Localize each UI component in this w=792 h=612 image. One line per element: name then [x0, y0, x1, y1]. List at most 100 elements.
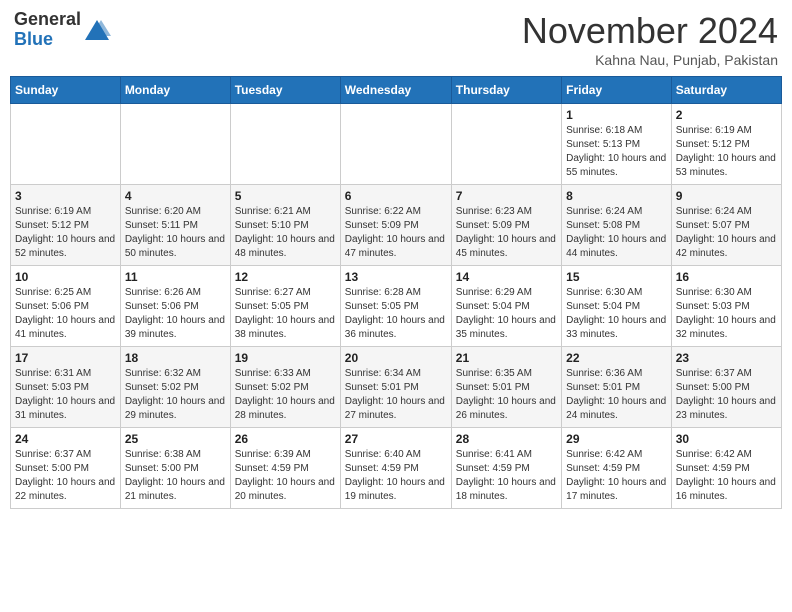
day-info: Sunrise: 6:21 AMSunset: 5:10 PMDaylight:… [235, 205, 336, 261]
day-cell-4-6: 30 Sunrise: 6:42 AMSunset: 4:59 PMDayligh… [671, 428, 781, 509]
day-info: Sunrise: 6:40 AMSunset: 4:59 PMDaylight:… [345, 448, 447, 504]
day-cell-3-3: 20Sunrise: 6:34 AMSunset: 5:01 PMDayligh… [340, 347, 451, 428]
logo: General Blue [14, 10, 111, 50]
week-row-3: 10 Sunrise: 6:25 AMSunset: 5:06 PMDayligh… [11, 266, 782, 347]
day-cell-2-6: 16 Sunrise: 6:30 AMSunset: 5:03 PMDayligh… [671, 266, 781, 347]
day-cell-2-1: 11 Sunrise: 6:26 AMSunset: 5:06 PMDayligh… [120, 266, 230, 347]
header-row: SundayMondayTuesdayWednesdayThursdayFrid… [11, 77, 782, 104]
day-info: Sunrise: 6:42 AMSunset: 4:59 PMDaylight:… [566, 448, 667, 504]
day-info: Sunrise: 6:26 AMSunset: 5:06 PMDaylight:… [125, 286, 226, 342]
day-number: 30 [676, 432, 777, 446]
day-number: 18 [125, 351, 226, 365]
location-text: Kahna Nau, Punjab, Pakistan [522, 52, 778, 68]
day-number: 24 [15, 432, 116, 446]
day-number: 11 [125, 270, 226, 284]
day-cell-3-0: 17 Sunrise: 6:31 AMSunset: 5:03 PMDayligh… [11, 347, 121, 428]
day-number: 14 [456, 270, 557, 284]
day-number: 13 [345, 270, 447, 284]
day-cell-1-2: 5Sunrise: 6:21 AMSunset: 5:10 PMDaylight… [230, 185, 340, 266]
day-info: Sunrise: 6:36 AMSunset: 5:01 PMDaylight:… [566, 367, 667, 423]
day-cell-1-6: 9 Sunrise: 6:24 AMSunset: 5:07 PMDaylight… [671, 185, 781, 266]
calendar-body: 1 Sunrise: 6:18 AMSunset: 5:13 PMDaylight… [11, 104, 782, 509]
day-cell-1-3: 6 Sunrise: 6:22 AMSunset: 5:09 PMDaylight… [340, 185, 451, 266]
day-number: 17 [15, 351, 116, 365]
day-number: 21 [456, 351, 557, 365]
day-number: 27 [345, 432, 447, 446]
day-number: 29 [566, 432, 667, 446]
header-sunday: Sunday [11, 77, 121, 104]
day-info: Sunrise: 6:41 AMSunset: 4:59 PMDaylight:… [456, 448, 557, 504]
day-info: Sunrise: 6:22 AMSunset: 5:09 PMDaylight:… [345, 205, 447, 261]
week-row-4: 17 Sunrise: 6:31 AMSunset: 5:03 PMDayligh… [11, 347, 782, 428]
day-cell-3-2: 19Sunrise: 6:33 AMSunset: 5:02 PMDayligh… [230, 347, 340, 428]
day-number: 22 [566, 351, 667, 365]
calendar-table: SundayMondayTuesdayWednesdayThursdayFrid… [10, 76, 782, 509]
day-info: Sunrise: 6:19 AMSunset: 5:12 PMDaylight:… [676, 124, 777, 180]
day-cell-4-5: 29 Sunrise: 6:42 AMSunset: 4:59 PMDayligh… [562, 428, 672, 509]
day-info: Sunrise: 6:35 AMSunset: 5:01 PMDaylight:… [456, 367, 557, 423]
day-cell-2-3: 13Sunrise: 6:28 AMSunset: 5:05 PMDayligh… [340, 266, 451, 347]
day-info: Sunrise: 6:34 AMSunset: 5:01 PMDaylight:… [345, 367, 447, 423]
day-cell-0-3 [340, 104, 451, 185]
day-cell-0-6: 2 Sunrise: 6:19 AMSunset: 5:12 PMDaylight… [671, 104, 781, 185]
day-cell-3-6: 23Sunrise: 6:37 AMSunset: 5:00 PMDayligh… [671, 347, 781, 428]
day-cell-2-4: 14Sunrise: 6:29 AMSunset: 5:04 PMDayligh… [451, 266, 561, 347]
day-info: Sunrise: 6:38 AMSunset: 5:00 PMDaylight:… [125, 448, 226, 504]
day-number: 10 [15, 270, 116, 284]
day-info: Sunrise: 6:30 AMSunset: 5:03 PMDaylight:… [676, 286, 777, 342]
day-cell-4-1: 25 Sunrise: 6:38 AMSunset: 5:00 PMDayligh… [120, 428, 230, 509]
day-cell-3-4: 21 Sunrise: 6:35 AMSunset: 5:01 PMDayligh… [451, 347, 561, 428]
day-info: Sunrise: 6:39 AMSunset: 4:59 PMDaylight:… [235, 448, 336, 504]
day-cell-2-0: 10 Sunrise: 6:25 AMSunset: 5:06 PMDayligh… [11, 266, 121, 347]
day-cell-4-3: 27 Sunrise: 6:40 AMSunset: 4:59 PMDayligh… [340, 428, 451, 509]
day-info: Sunrise: 6:24 AMSunset: 5:08 PMDaylight:… [566, 205, 667, 261]
day-info: Sunrise: 6:23 AMSunset: 5:09 PMDaylight:… [456, 205, 557, 261]
day-cell-4-4: 28 Sunrise: 6:41 AMSunset: 4:59 PMDayligh… [451, 428, 561, 509]
week-row-1: 1 Sunrise: 6:18 AMSunset: 5:13 PMDaylight… [11, 104, 782, 185]
title-section: November 2024 Kahna Nau, Punjab, Pakista… [522, 10, 778, 68]
month-title: November 2024 [522, 10, 778, 52]
day-cell-0-4 [451, 104, 561, 185]
page-header: General Blue November 2024 Kahna Nau, Pu… [10, 10, 782, 68]
day-info: Sunrise: 6:32 AMSunset: 5:02 PMDaylight:… [125, 367, 226, 423]
day-info: Sunrise: 6:27 AMSunset: 5:05 PMDaylight:… [235, 286, 336, 342]
day-cell-3-1: 18 Sunrise: 6:32 AMSunset: 5:02 PMDayligh… [120, 347, 230, 428]
day-info: Sunrise: 6:24 AMSunset: 5:07 PMDaylight:… [676, 205, 777, 261]
day-number: 8 [566, 189, 667, 203]
header-wednesday: Wednesday [340, 77, 451, 104]
day-info: Sunrise: 6:37 AMSunset: 5:00 PMDaylight:… [15, 448, 116, 504]
week-row-2: 3Sunrise: 6:19 AMSunset: 5:12 PMDaylight… [11, 185, 782, 266]
day-cell-0-1 [120, 104, 230, 185]
header-friday: Friday [562, 77, 672, 104]
calendar-header: SundayMondayTuesdayWednesdayThursdayFrid… [11, 77, 782, 104]
day-cell-1-1: 4 Sunrise: 6:20 AMSunset: 5:11 PMDaylight… [120, 185, 230, 266]
day-number: 6 [345, 189, 447, 203]
day-number: 1 [566, 108, 667, 122]
day-number: 2 [676, 108, 777, 122]
day-number: 4 [125, 189, 226, 203]
logo-general-text: General Blue [14, 10, 81, 50]
day-info: Sunrise: 6:37 AMSunset: 5:00 PMDaylight:… [676, 367, 777, 423]
day-cell-0-5: 1 Sunrise: 6:18 AMSunset: 5:13 PMDaylight… [562, 104, 672, 185]
day-cell-1-0: 3Sunrise: 6:19 AMSunset: 5:12 PMDaylight… [11, 185, 121, 266]
day-number: 28 [456, 432, 557, 446]
day-number: 3 [15, 189, 116, 203]
day-info: Sunrise: 6:31 AMSunset: 5:03 PMDaylight:… [15, 367, 116, 423]
day-number: 16 [676, 270, 777, 284]
day-number: 26 [235, 432, 336, 446]
day-info: Sunrise: 6:42 AMSunset: 4:59 PMDaylight:… [676, 448, 777, 504]
header-saturday: Saturday [671, 77, 781, 104]
day-number: 7 [456, 189, 557, 203]
day-cell-3-5: 22 Sunrise: 6:36 AMSunset: 5:01 PMDayligh… [562, 347, 672, 428]
day-cell-2-5: 15Sunrise: 6:30 AMSunset: 5:04 PMDayligh… [562, 266, 672, 347]
header-thursday: Thursday [451, 77, 561, 104]
day-number: 9 [676, 189, 777, 203]
day-cell-0-0 [11, 104, 121, 185]
day-number: 12 [235, 270, 336, 284]
day-info: Sunrise: 6:20 AMSunset: 5:11 PMDaylight:… [125, 205, 226, 261]
day-number: 25 [125, 432, 226, 446]
header-tuesday: Tuesday [230, 77, 340, 104]
day-cell-1-5: 8 Sunrise: 6:24 AMSunset: 5:08 PMDaylight… [562, 185, 672, 266]
day-info: Sunrise: 6:25 AMSunset: 5:06 PMDaylight:… [15, 286, 116, 342]
day-info: Sunrise: 6:18 AMSunset: 5:13 PMDaylight:… [566, 124, 667, 180]
